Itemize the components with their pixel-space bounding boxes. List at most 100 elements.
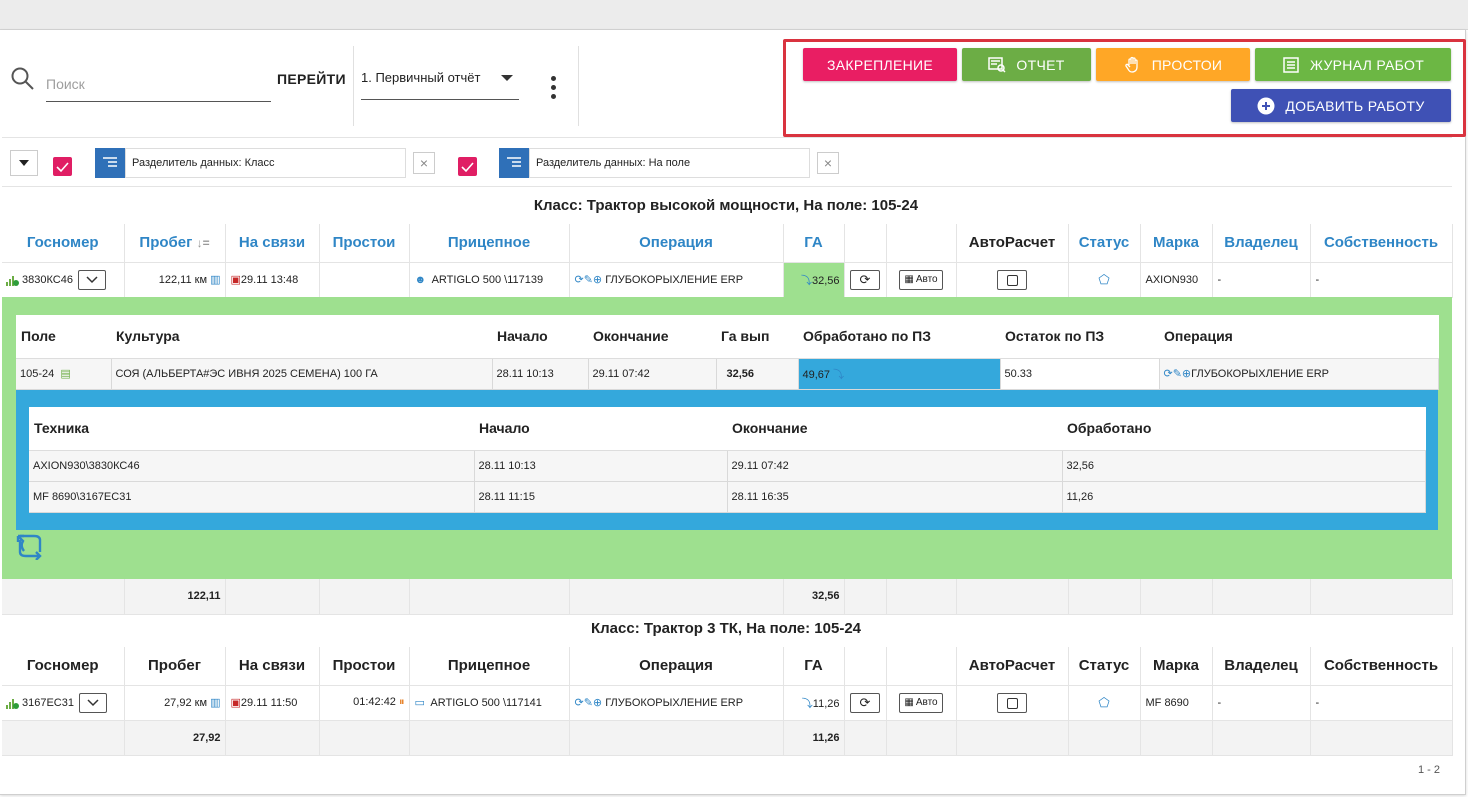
col-owner[interactable]: Владелец (1212, 224, 1311, 263)
online-time: 29.11 13:48 (240, 274, 299, 286)
check-icon (461, 162, 474, 173)
owner: - (1212, 685, 1311, 721)
operation-icons[interactable]: ⟳✎⊕ (575, 697, 603, 709)
col-property[interactable]: Собственность (1310, 224, 1453, 263)
sync-icon[interactable] (14, 532, 46, 560)
calculator-icon: ▦ (904, 697, 914, 708)
more-menu-icon[interactable] (545, 76, 561, 104)
table-row[interactable]: 3167ЕС31 27,92 км ▥ ▣29.11 11:50 01:42:4… (2, 685, 1453, 721)
table-row[interactable]: AXION930\3830КС46 28.11 10:13 29.11 07:4… (29, 450, 1426, 482)
worklog-button-label: ЖУРНАЛ РАБОТ (1309, 56, 1425, 73)
calculator-icon: ▦ (904, 274, 914, 285)
detail-operation: ГЛУБОКОРЫХЛЕНИЕ ERP (1191, 368, 1330, 380)
autocalc-checkbox[interactable] (997, 269, 1027, 290)
online-time: 29.11 11:50 (240, 697, 298, 709)
trailer: ARTIGLO 500 \117139 (431, 273, 544, 286)
close-icon[interactable]: × (817, 152, 839, 174)
processed: 49,67 (802, 368, 831, 381)
col-empty (844, 224, 887, 263)
operation-icons[interactable]: ⟳✎⊕ (575, 274, 603, 286)
table-row[interactable]: MF 8690\3167ЕС31 28.11 11:15 28.11 16:35… (29, 481, 1426, 513)
report-icon (988, 56, 1006, 73)
col-owner[interactable]: Владелец (1212, 647, 1311, 686)
pause-icon[interactable]: ⏸ (399, 696, 405, 708)
map-icon[interactable]: ▥ (210, 697, 220, 709)
downtime-button[interactable]: ПРОСТОИ (1096, 48, 1250, 81)
collapse-toggle[interactable] (10, 150, 38, 176)
chevron-down-icon (86, 275, 98, 283)
filter-chip-field[interactable]: Разделитель данных: На поле (529, 148, 810, 178)
plate-dropdown[interactable] (79, 692, 107, 713)
filter-chip-class[interactable]: Разделитель данных: Класс (125, 148, 406, 178)
col-trailer[interactable]: Прицепное (409, 647, 570, 686)
col-machine-end: Окончание (727, 407, 1062, 451)
col-plate[interactable]: Госномер (2, 224, 125, 263)
tag-icon[interactable]: ⬠ (1068, 685, 1141, 721)
col-mileage[interactable]: Пробег (124, 647, 226, 686)
splitter-icon (499, 148, 529, 178)
col-detail-operation: Операция (1159, 315, 1438, 359)
list-doc-icon (1283, 56, 1299, 73)
total-mileage: 122,11 (187, 590, 221, 603)
col-operation[interactable]: Операция (569, 647, 784, 686)
operation-icons[interactable]: ⟳✎⊕ (1164, 368, 1192, 380)
arrow-down-icon: ⤵ (801, 697, 813, 710)
signal-icon (6, 275, 19, 286)
close-icon[interactable]: × (413, 152, 435, 174)
filter-checkbox[interactable] (53, 157, 72, 176)
table-row[interactable]: 3830КС46 122,11 км ▥ ▣29.11 13:48 ☻ ARTI… (2, 262, 1453, 298)
property: - (1310, 262, 1453, 298)
col-plate[interactable]: Госномер (2, 647, 125, 686)
col-empty (844, 647, 887, 686)
col-online[interactable]: На связи (225, 224, 320, 263)
chevron-down-icon (87, 698, 99, 706)
col-mileage[interactable]: Пробег ↓= (124, 224, 226, 263)
refresh-button[interactable]: ⟳ (850, 692, 880, 713)
sort-icon: ↓= (196, 236, 210, 251)
totals-table: 122,11 32,56 (2, 579, 1453, 615)
col-brand[interactable]: Марка (1140, 224, 1213, 263)
col-autocalc: АвтоРасчет (956, 647, 1069, 686)
report-select[interactable]: 1. Первичный отчёт (361, 66, 519, 100)
col-ga[interactable]: ГА (783, 224, 845, 263)
report-button[interactable]: ОТЧЕТ (962, 48, 1091, 81)
worklog-button[interactable]: ЖУРНАЛ РАБОТ (1255, 48, 1451, 81)
col-downtime[interactable]: Простои (319, 647, 410, 686)
end: 29.11 07:42 (588, 358, 717, 390)
tag-icon[interactable]: ⬠ (1068, 262, 1141, 298)
add-work-button[interactable]: ДОБАВИТЬ РАБОТУ (1231, 89, 1451, 122)
divider (2, 186, 1452, 187)
search-input[interactable] (46, 66, 271, 102)
col-operation[interactable]: Операция (569, 224, 784, 263)
autocalc-checkbox[interactable] (997, 692, 1027, 713)
auto-button[interactable]: ▦ Авто (899, 269, 943, 290)
col-ga[interactable]: ГА (783, 647, 845, 686)
auto-button[interactable]: ▦ Авто (899, 692, 943, 713)
col-brand[interactable]: Марка (1140, 647, 1213, 686)
col-downtime[interactable]: Простои (319, 224, 410, 263)
col-machine-done: Обработано (1062, 407, 1425, 451)
col-trailer[interactable]: Прицепное (409, 224, 570, 263)
downtime (319, 262, 410, 298)
filter-checkbox[interactable] (458, 157, 477, 176)
goto-button[interactable]: ПЕРЕЙТИ (277, 71, 346, 87)
col-status[interactable]: Статус (1068, 224, 1141, 263)
col-mileage-label: Пробег (139, 234, 193, 252)
pin-button[interactable]: ЗАКРЕПЛЕНИЕ (803, 48, 957, 81)
machine: MF 8690\3167ЕС31 (29, 481, 475, 513)
col-machine-start: Начало (474, 407, 727, 451)
col-status[interactable]: Статус (1068, 647, 1141, 686)
doc-icon[interactable]: ▤ (60, 368, 70, 380)
auto-label: Авто (915, 274, 938, 285)
remaining: 50.33 (1000, 358, 1160, 390)
search-icon[interactable] (10, 66, 36, 92)
caret-down-icon (501, 75, 513, 81)
refresh-button[interactable]: ⟳ (850, 269, 880, 290)
map-icon[interactable]: ▥ (210, 274, 220, 286)
col-property[interactable]: Собственность (1310, 647, 1453, 686)
offline-icon: ▣ (230, 274, 241, 286)
plate-dropdown[interactable] (77, 269, 106, 290)
arrow-down-icon: ⤵ (833, 368, 845, 381)
table-row[interactable]: 105-24 ▤ СОЯ (АЛЬБЕРТА#ЭС ИВНЯ 2025 СЕМЕ… (16, 358, 1439, 390)
col-online[interactable]: На связи (225, 647, 320, 686)
